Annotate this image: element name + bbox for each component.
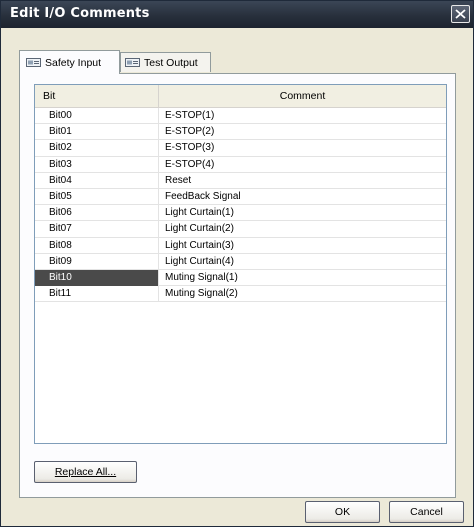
bit-cell: Bit04 <box>35 172 159 189</box>
bit-cell: Bit08 <box>35 237 159 254</box>
table-row[interactable]: Bit01 E-STOP(2) <box>35 124 446 141</box>
bit-cell: Bit09 <box>35 253 159 270</box>
bit-cell: Bit07 <box>35 221 159 238</box>
comment-cell[interactable]: E-STOP(4) <box>159 157 446 173</box>
title-bar[interactable]: Edit I/O Comments <box>1 1 473 28</box>
tab-panel-safety-input: Bit Comment Bit00 E-STOP(1) Bit01 E-STOP… <box>19 73 456 498</box>
ok-button[interactable]: OK <box>305 501 380 523</box>
comment-cell[interactable]: Reset <box>159 173 446 189</box>
table-row[interactable]: Bit03 E-STOP(4) <box>35 156 446 173</box>
table-row[interactable]: Bit02 E-STOP(3) <box>35 140 446 157</box>
table-row[interactable]: Bit08 Light Curtain(3) <box>35 237 446 254</box>
table-header: Bit Comment <box>35 85 446 108</box>
tab-test-output[interactable]: Test Output <box>120 52 211 72</box>
comment-cell[interactable]: Light Curtain(1) <box>159 205 446 221</box>
bit-cell: Bit00 <box>35 108 159 124</box>
table-row[interactable]: Bit06 Light Curtain(1) <box>35 205 446 222</box>
edit-io-comments-dialog: Edit I/O Comments Safety Input Test Outp… <box>0 0 474 527</box>
tab-safety-input[interactable]: Safety Input <box>19 50 120 74</box>
bit-cell: Bit02 <box>35 140 159 157</box>
comment-cell[interactable]: E-STOP(2) <box>159 124 446 140</box>
column-header-bit[interactable]: Bit <box>35 85 159 107</box>
bit-cell: Bit11 <box>35 286 159 303</box>
table-row[interactable]: Bit05 FeedBack Signal <box>35 188 446 206</box>
bit-cell: Bit03 <box>35 156 159 173</box>
bit-cell: Bit01 <box>35 124 159 141</box>
close-icon <box>455 9 466 19</box>
dialog-title: Edit I/O Comments <box>10 6 150 21</box>
column-header-comment[interactable]: Comment <box>159 85 446 107</box>
replace-all-button[interactable]: Replace All... <box>34 461 137 483</box>
comment-cell[interactable]: FeedBack Signal <box>159 189 446 205</box>
comment-cell[interactable]: E-STOP(1) <box>159 108 446 124</box>
table-row[interactable]: Bit00 E-STOP(1) <box>35 108 446 125</box>
comment-cell[interactable]: Light Curtain(3) <box>159 238 446 254</box>
comment-cell[interactable]: Muting Signal(2) <box>159 286 446 302</box>
close-button[interactable] <box>451 5 470 23</box>
table-row[interactable]: Bit04 Reset <box>35 172 446 189</box>
bit-cell: Bit10 <box>35 269 159 286</box>
table-row[interactable]: Bit11 Muting Signal(2) <box>35 286 446 303</box>
tab-safety-input-label: Safety Input <box>45 56 102 69</box>
table-row[interactable]: Bit07 Light Curtain(2) <box>35 221 446 238</box>
cancel-button[interactable]: Cancel <box>389 501 464 523</box>
comment-cell[interactable]: E-STOP(3) <box>159 140 446 156</box>
table-row-selected[interactable]: Bit10 Muting Signal(1) <box>35 269 446 287</box>
table-body: Bit00 E-STOP(1) Bit01 E-STOP(2) Bit02 E-… <box>35 108 446 303</box>
io-module-icon <box>125 58 140 67</box>
tab-test-output-label: Test Output <box>144 56 198 69</box>
comment-cell[interactable]: Muting Signal(1) <box>159 270 446 286</box>
table-row[interactable]: Bit09 Light Curtain(4) <box>35 253 446 270</box>
comment-cell[interactable]: Light Curtain(2) <box>159 221 446 237</box>
io-comments-table[interactable]: Bit Comment Bit00 E-STOP(1) Bit01 E-STOP… <box>34 84 447 444</box>
comment-cell[interactable]: Light Curtain(4) <box>159 254 446 270</box>
replace-all-label: Replace All... <box>54 466 117 478</box>
bit-cell: Bit06 <box>35 205 159 222</box>
bit-cell: Bit05 <box>35 188 159 205</box>
io-module-icon <box>26 58 41 67</box>
